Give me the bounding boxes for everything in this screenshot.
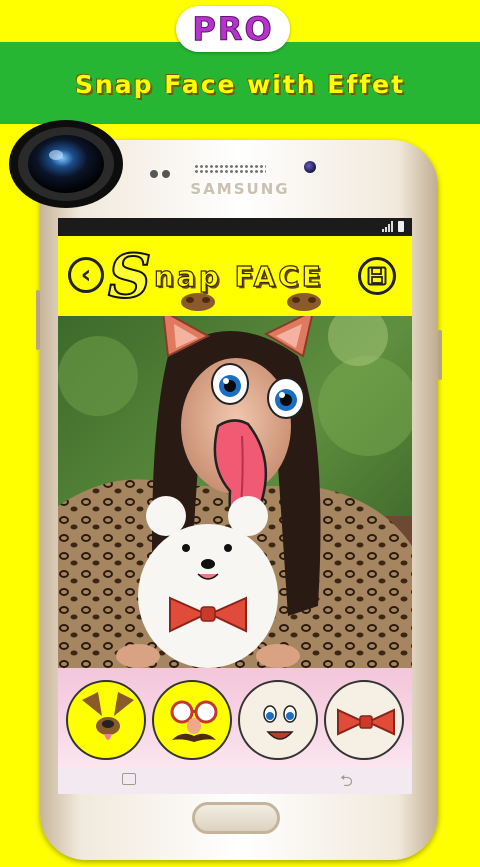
- phone-screen: ‹ S nap FACE ⮌: [58, 218, 412, 794]
- earpiece-speaker: [194, 164, 266, 174]
- status-bar: [58, 218, 412, 236]
- home-button[interactable]: [192, 802, 280, 834]
- front-camera-icon: [304, 161, 316, 173]
- sticker-bowtie[interactable]: [324, 680, 404, 760]
- pro-badge[interactable]: PRO: [176, 6, 290, 52]
- bear-ears-icon: [287, 293, 321, 311]
- recent-apps-button[interactable]: [122, 773, 136, 785]
- red-bowtie-icon: [337, 708, 395, 736]
- bear-ears-icon: [181, 293, 215, 311]
- app-title: nap FACE: [153, 259, 324, 293]
- sticker-tray: [58, 668, 412, 768]
- sensor-dots: [150, 163, 174, 178]
- volume-button: [36, 290, 40, 350]
- sticker-puppy[interactable]: [66, 680, 146, 760]
- puppy-face-icon: [82, 692, 134, 740]
- cartoon-face-icon: [263, 705, 297, 740]
- promo-title: Snap Face with Effet: [74, 69, 406, 99]
- glasses-mustache-icon: [170, 700, 218, 742]
- pro-label: PRO: [192, 10, 274, 49]
- sticker-cartoon-face[interactable]: [238, 680, 318, 760]
- back-button[interactable]: ‹: [68, 257, 104, 293]
- app-header: ‹ S nap FACE: [58, 236, 412, 316]
- promo-title-band: Snap Face with Effet: [0, 42, 480, 124]
- signal-icon: [382, 221, 393, 232]
- power-button: [438, 330, 442, 380]
- photo-preview[interactable]: [58, 316, 412, 668]
- phone-brand: SAMSUNG: [190, 180, 290, 198]
- system-nav-bar: ⮌: [58, 768, 412, 794]
- floppy-disk-icon: [367, 266, 387, 286]
- battery-icon: [398, 221, 404, 232]
- phone-frame: SAMSUNG ‹ S nap FACE ⮌: [36, 140, 442, 860]
- sticker-glasses-mustache[interactable]: [152, 680, 232, 760]
- save-button[interactable]: [358, 257, 396, 295]
- logo-initial: S: [107, 241, 152, 313]
- chevron-left-icon: ‹: [80, 260, 92, 290]
- camera-lens-icon: [9, 120, 123, 208]
- system-back-icon[interactable]: ⮌: [340, 770, 353, 794]
